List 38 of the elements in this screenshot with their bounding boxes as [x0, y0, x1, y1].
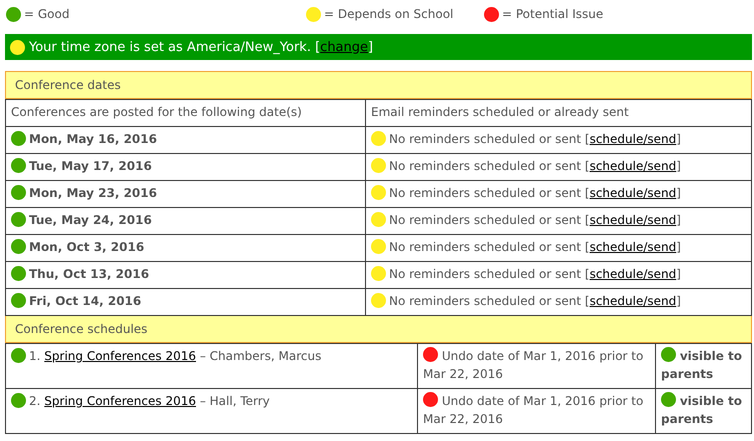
change-link[interactable]: change	[320, 40, 368, 54]
section-header: Conference dates	[5, 71, 752, 99]
visibility-status: visible to parents	[661, 349, 742, 381]
reminder-text: No reminders scheduled or sent [schedule/send]	[389, 185, 681, 202]
conference-date: Mon, May 16, 2016	[29, 131, 157, 148]
reminder-text: No reminders scheduled or sent [schedule/send]	[389, 266, 681, 283]
schedule-send-link[interactable]: schedule/send	[590, 186, 676, 200]
reminder-text: No reminders scheduled or sent [schedule/send]	[389, 293, 681, 310]
reminder-text: No reminders scheduled or sent [schedule/send]	[389, 239, 681, 256]
legend-label: = Depends on School	[324, 7, 454, 21]
timezone-message: Your time zone is set as America/New_York. [change]	[29, 40, 374, 54]
conference-date: Thu, Oct 13, 2016	[29, 266, 150, 283]
schedule-entry: 2. Spring Conferences 2016 – Hall, Terry	[29, 393, 270, 410]
legend-label: = Good	[24, 7, 70, 21]
conference-date: Tue, May 17, 2016	[29, 158, 152, 175]
reminder-text: No reminders scheduled or sent [schedule/send]	[389, 212, 681, 229]
conference-date: Mon, May 23, 2016	[29, 185, 157, 202]
undo-warning: Undo date of Mar 1, 2016 prior to Mar 22, 2016	[423, 394, 644, 426]
conference-date: Mon, Oct 3, 2016	[29, 239, 144, 256]
undo-warning: Undo date of Mar 1, 2016 prior to Mar 22, 2016	[423, 349, 644, 381]
schedule-link[interactable]: Spring Conferences 2016	[44, 394, 196, 408]
legend-label: = Potential Issue	[502, 7, 604, 21]
schedule-send-link[interactable]: schedule/send	[590, 267, 676, 281]
section-header: Conference schedules	[5, 316, 752, 343]
column-header: Conferences are posted for the following date(s)	[6, 100, 366, 126]
schedule-send-link[interactable]: schedule/send	[590, 159, 676, 173]
schedule-link[interactable]: Spring Conferences 2016	[44, 349, 196, 363]
schedule-send-link[interactable]: schedule/send	[590, 294, 676, 308]
schedule-entry: 1. Spring Conferences 2016 – Chambers, Marcus	[29, 348, 322, 365]
conference-date: Tue, May 24, 2016	[29, 212, 152, 229]
schedule-send-link[interactable]: schedule/send	[590, 132, 676, 146]
reminder-text: No reminders scheduled or sent [schedule/send]	[389, 131, 681, 148]
conference-date: Fri, Oct 14, 2016	[29, 293, 142, 310]
schedule-send-link[interactable]: schedule/send	[590, 240, 676, 254]
schedule-send-link[interactable]: schedule/send	[590, 213, 676, 227]
column-header: Email reminders scheduled or already sent	[366, 100, 752, 126]
visibility-status: visible to parents	[661, 394, 742, 426]
reminder-text: No reminders scheduled or sent [schedule/send]	[389, 158, 681, 175]
